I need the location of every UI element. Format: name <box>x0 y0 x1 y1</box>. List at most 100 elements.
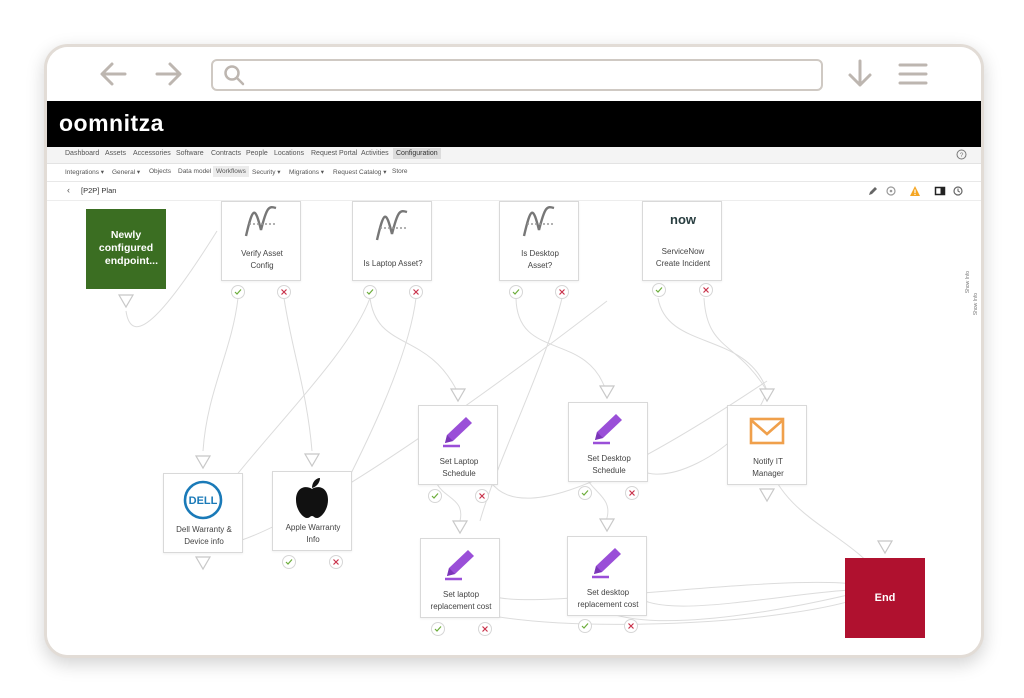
menu-item-request-portal[interactable]: Request Portal <box>311 150 357 157</box>
set-desktop-schedule-input-connector[interactable] <box>598 384 616 400</box>
start-label-line3: endpoint... <box>104 255 158 267</box>
show-info-tab-1[interactable]: Show Info <box>965 271 971 293</box>
notify-it-output-connector[interactable] <box>758 487 776 503</box>
menu-item-activities[interactable]: Activities <box>361 150 389 157</box>
submenu-objects[interactable]: Objects <box>149 168 171 175</box>
apple-true-connector[interactable] <box>282 555 296 569</box>
cross-icon <box>628 623 634 629</box>
servicenow-logo: now <box>670 212 696 227</box>
check-icon <box>434 626 442 632</box>
is-laptop-true-connector[interactable] <box>363 285 377 299</box>
start-output-connector[interactable] <box>117 293 135 309</box>
start-node-newly-configured-endpoint[interactable]: Newly configured endpoint... <box>86 209 166 289</box>
servicenow-true-connector[interactable] <box>652 283 666 297</box>
menu-item-assets[interactable]: Assets <box>105 150 126 157</box>
dell-label-line2: Device info <box>184 537 224 546</box>
node-set-desktop-schedule[interactable]: Set Desktop Schedule <box>568 402 648 482</box>
node-set-desktop-replacement-cost[interactable]: Set desktop replacement cost <box>567 536 647 616</box>
show-info-tab-2[interactable]: Show Info <box>973 293 979 315</box>
set-desktop-schedule-label-line2: Schedule <box>592 466 626 475</box>
menu-item-contracts[interactable]: Contracts <box>211 150 241 157</box>
set-laptop-schedule-false-connector[interactable] <box>475 489 489 503</box>
apple-label-line1: Apple Warranty <box>285 523 341 532</box>
verify-asset-label-line1: Verify Asset <box>241 249 283 258</box>
set-desktop-schedule-false-connector[interactable] <box>625 486 639 500</box>
laptop-cost-false-connector[interactable] <box>478 622 492 636</box>
search-icon <box>224 65 245 86</box>
node-notify-it-manager[interactable]: Notify IT Manager <box>727 405 807 485</box>
dell-input-connector[interactable] <box>194 454 212 470</box>
servicenow-label-line2: Create Incident <box>655 259 711 268</box>
set-laptop-schedule-input-connector[interactable] <box>449 387 467 403</box>
submenu-migrations[interactable]: Migrations ▾ <box>289 168 324 176</box>
browser-toolbar <box>47 47 981 101</box>
end-input-connector[interactable] <box>876 539 894 555</box>
node-apple-warranty-info[interactable]: Apple Warranty Info <box>272 471 352 551</box>
submenu-security[interactable]: Security ▾ <box>252 168 281 176</box>
laptop-cost-true-connector[interactable] <box>431 622 445 636</box>
edit-pencil-icon[interactable] <box>867 185 879 197</box>
desktop-cost-false-connector[interactable] <box>624 619 638 633</box>
forward-arrow-icon[interactable] <box>155 61 183 87</box>
notify-it-label-line2: Manager <box>752 469 784 478</box>
svg-text:?: ? <box>960 152 964 159</box>
menu-item-software[interactable]: Software <box>176 150 204 157</box>
settings-icon[interactable] <box>885 185 897 197</box>
is-desktop-true-connector[interactable] <box>509 285 523 299</box>
is-laptop-false-connector[interactable] <box>409 285 423 299</box>
download-icon[interactable] <box>847 59 873 89</box>
notify-it-input-connector[interactable] <box>758 387 776 403</box>
is-desktop-false-connector[interactable] <box>555 285 569 299</box>
submenu-general[interactable]: General ▾ <box>112 168 140 176</box>
submenu-store[interactable]: Store <box>392 168 408 175</box>
back-button[interactable]: ‹ <box>67 185 70 195</box>
hamburger-menu-icon[interactable] <box>898 62 928 86</box>
history-icon[interactable] <box>952 185 964 197</box>
menu-item-accessories[interactable]: Accessories <box>133 150 171 157</box>
help-icon[interactable]: ? <box>956 149 967 160</box>
desktop-cost-label-line2: replacement cost <box>577 600 639 609</box>
is-laptop-label: Is Laptop Asset? <box>363 259 423 268</box>
set-laptop-schedule-true-connector[interactable] <box>428 489 442 503</box>
node-is-laptop-asset[interactable]: Is Laptop Asset? <box>352 201 432 281</box>
servicenow-label-line1: ServiceNow <box>661 247 705 256</box>
address-bar[interactable] <box>211 59 823 91</box>
verify-asset-false-connector[interactable] <box>277 285 291 299</box>
node-verify-asset-config[interactable]: Verify Asset Config <box>221 201 301 281</box>
submenu-workflows[interactable]: Workflows <box>213 166 249 177</box>
node-dell-warranty-device-info[interactable]: DELL Dell Warranty & Device info <box>163 473 243 553</box>
pencil-icon <box>445 550 474 581</box>
desktop-cost-input-connector[interactable] <box>598 517 616 533</box>
check-icon <box>285 559 293 565</box>
decision-curve-icon <box>244 206 277 237</box>
url-input[interactable] <box>251 64 815 86</box>
menu-item-locations[interactable]: Locations <box>274 150 304 157</box>
end-node[interactable]: End <box>845 558 925 638</box>
verify-asset-true-connector[interactable] <box>231 285 245 299</box>
node-set-laptop-schedule[interactable]: Set Laptop Schedule <box>418 405 498 485</box>
submenu-integrations[interactable]: Integrations ▾ <box>65 168 104 176</box>
dell-output-connector[interactable] <box>194 555 212 571</box>
is-desktop-label-line2: Asset? <box>527 261 553 270</box>
node-servicenow-create-incident[interactable]: now ServiceNow Create Incident <box>642 201 722 281</box>
servicenow-false-connector[interactable] <box>699 283 713 297</box>
node-set-laptop-replacement-cost[interactable]: Set laptop replacement cost <box>420 538 500 618</box>
app-header: oomnitza <box>47 101 981 147</box>
node-is-desktop-asset[interactable]: Is Desktop Asset? <box>499 201 579 281</box>
set-desktop-schedule-true-connector[interactable] <box>578 486 592 500</box>
submenu-data-model[interactable]: Data model <box>178 168 211 175</box>
apple-input-connector[interactable] <box>303 452 321 468</box>
menu-item-people[interactable]: People <box>246 150 268 157</box>
laptop-cost-input-connector[interactable] <box>451 519 469 535</box>
desktop-cost-true-connector[interactable] <box>578 619 592 633</box>
menu-item-dashboard[interactable]: Dashboard <box>65 150 99 157</box>
workflow-canvas[interactable]: Newly configured endpoint... Verify Asse… <box>47 201 981 655</box>
menu-item-configuration[interactable]: Configuration <box>393 148 441 159</box>
panel-toggle-icon[interactable] <box>934 185 946 197</box>
warning-icon[interactable] <box>909 185 921 197</box>
submenu-request-catalog[interactable]: Request Catalog ▾ <box>333 168 387 176</box>
apple-false-connector[interactable] <box>329 555 343 569</box>
oomnitza-logo[interactable]: oomnitza <box>59 110 164 137</box>
back-arrow-icon[interactable] <box>99 61 127 87</box>
cross-icon <box>703 287 709 293</box>
